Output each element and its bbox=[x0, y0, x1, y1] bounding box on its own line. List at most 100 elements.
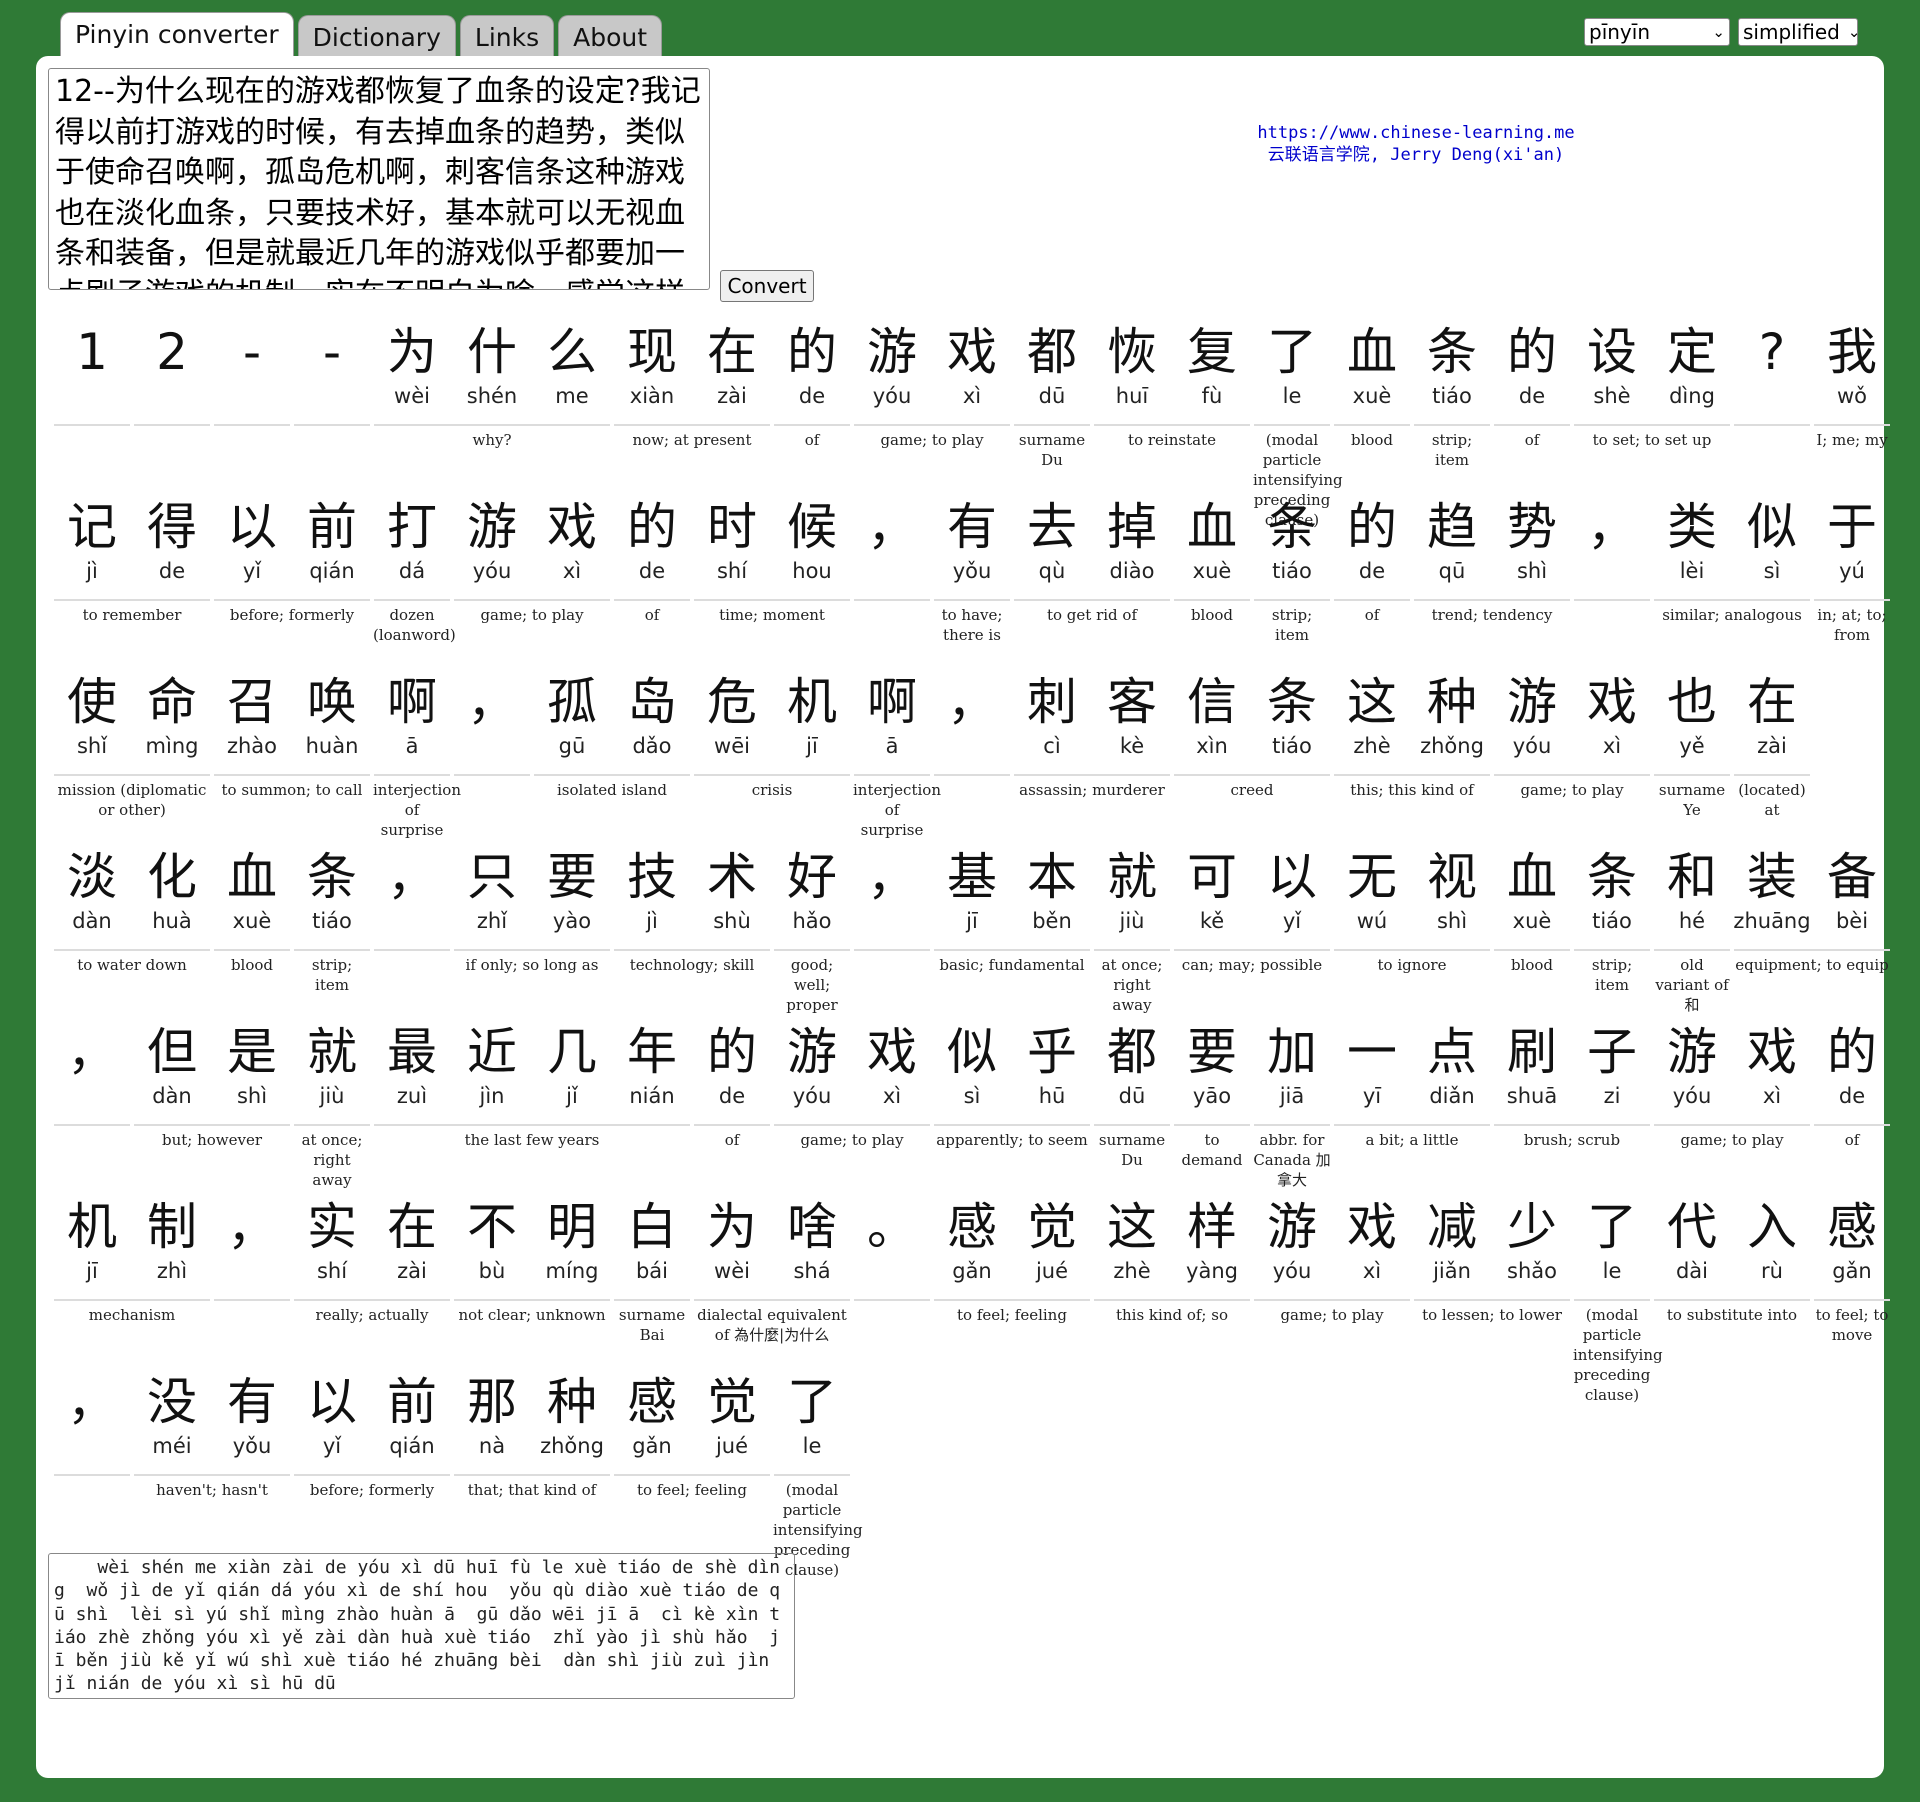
char-cell[interactable]: 点 diǎn bbox=[1412, 1022, 1492, 1108]
char-cell[interactable]: 游 yóu bbox=[1252, 1197, 1332, 1283]
char-cell[interactable]: 命 mìng bbox=[132, 672, 212, 758]
char-cell[interactable]: ， bbox=[932, 672, 1012, 732]
char-cell[interactable]: 候 hou bbox=[772, 497, 852, 583]
char-cell[interactable]: 的 de bbox=[612, 497, 692, 583]
char-cell[interactable]: 要 yāo bbox=[1172, 1022, 1252, 1108]
char-cell[interactable]: 年 nián bbox=[612, 1022, 692, 1108]
char-cell[interactable]: 前 qián bbox=[372, 1372, 452, 1458]
char-cell[interactable]: 戏 xì bbox=[1572, 672, 1652, 758]
char-cell[interactable]: 条 tiáo bbox=[1412, 322, 1492, 408]
char-cell[interactable]: ， bbox=[52, 1372, 132, 1432]
tab-dictionary[interactable]: Dictionary bbox=[297, 15, 456, 62]
char-cell[interactable]: 有 yǒu bbox=[932, 497, 1012, 583]
char-cell[interactable]: 都 dū bbox=[1012, 322, 1092, 408]
char-cell[interactable]: 趋 qū bbox=[1412, 497, 1492, 583]
char-cell[interactable]: 游 yóu bbox=[852, 322, 932, 408]
char-cell[interactable]: 在 zài bbox=[372, 1197, 452, 1283]
char-cell[interactable]: 基 jī bbox=[932, 847, 1012, 933]
char-cell[interactable]: 2 bbox=[132, 322, 212, 382]
char-cell[interactable]: 为 wèi bbox=[692, 1197, 772, 1283]
char-cell[interactable]: 条 tiáo bbox=[1572, 847, 1652, 933]
char-cell[interactable]: 什 shén bbox=[452, 322, 532, 408]
char-cell[interactable]: 没 méi bbox=[132, 1372, 212, 1458]
char-cell[interactable]: 游 yóu bbox=[1652, 1022, 1732, 1108]
char-cell[interactable]: 觉 jué bbox=[692, 1372, 772, 1458]
char-cell[interactable]: 啊ā bbox=[852, 672, 932, 758]
char-cell[interactable]: 样 yàng bbox=[1172, 1197, 1252, 1283]
char-cell[interactable]: 打 dá bbox=[372, 497, 452, 583]
char-cell[interactable]: ， bbox=[372, 847, 452, 907]
char-cell[interactable]: 要 yào bbox=[532, 847, 612, 933]
char-cell[interactable]: 都 dū bbox=[1092, 1022, 1172, 1108]
char-cell[interactable]: 那 nà bbox=[452, 1372, 532, 1458]
tab-links[interactable]: Links bbox=[459, 15, 555, 62]
char-cell[interactable]: 么 me bbox=[532, 322, 612, 408]
char-cell[interactable]: ， bbox=[1572, 497, 1652, 557]
char-cell[interactable]: 了 le bbox=[1252, 322, 1332, 408]
char-cell[interactable]: 得 de bbox=[132, 497, 212, 583]
char-cell[interactable]: 游 yóu bbox=[1492, 672, 1572, 758]
char-cell[interactable]: 装 zhuāng bbox=[1732, 847, 1812, 933]
char-cell[interactable]: 定 dìng bbox=[1652, 322, 1732, 408]
char-cell[interactable]: 似 sì bbox=[1732, 497, 1812, 583]
char-cell[interactable]: 掉 diào bbox=[1092, 497, 1172, 583]
char-cell[interactable]: 了 le bbox=[1572, 1197, 1652, 1283]
char-cell[interactable]: 入 rù bbox=[1732, 1197, 1812, 1283]
char-cell[interactable]: 这 zhè bbox=[1332, 672, 1412, 758]
char-cell[interactable]: 似 sì bbox=[932, 1022, 1012, 1108]
char-cell[interactable]: 召 zhào bbox=[212, 672, 292, 758]
char-cell[interactable]: 就 jiù bbox=[292, 1022, 372, 1108]
char-cell[interactable]: 恢 huī bbox=[1092, 322, 1172, 408]
char-cell[interactable]: ， bbox=[852, 847, 932, 907]
char-cell[interactable]: - bbox=[292, 322, 372, 382]
char-cell[interactable]: 术 shù bbox=[692, 847, 772, 933]
char-cell[interactable]: 白 bái bbox=[612, 1197, 692, 1283]
char-cell[interactable]: 最 zuì bbox=[372, 1022, 452, 1108]
char-cell[interactable]: 种 zhǒng bbox=[1412, 672, 1492, 758]
char-cell[interactable]: ， bbox=[452, 672, 532, 732]
char-cell[interactable]: 血 xuè bbox=[1492, 847, 1572, 933]
tab-about[interactable]: About bbox=[558, 15, 663, 62]
char-cell[interactable]: 代 dài bbox=[1652, 1197, 1732, 1283]
pinyin-output-textarea[interactable]: wèi shén me xiàn zài de yóu xì dū huī fù… bbox=[48, 1553, 795, 1699]
char-cell[interactable]: 备 bèi bbox=[1812, 847, 1892, 933]
char-cell[interactable]: ， bbox=[852, 497, 932, 557]
char-cell[interactable]: 感 gǎn bbox=[612, 1372, 692, 1458]
char-cell[interactable]: 本 běn bbox=[1012, 847, 1092, 933]
char-cell[interactable]: ? bbox=[1732, 322, 1812, 382]
char-cell[interactable]: 感 gǎn bbox=[1812, 1197, 1892, 1283]
char-cell[interactable]: 复 fù bbox=[1172, 322, 1252, 408]
convert-button[interactable]: Convert bbox=[720, 270, 814, 302]
char-cell[interactable]: 危 wēi bbox=[692, 672, 772, 758]
char-cell[interactable]: 以 yǐ bbox=[212, 497, 292, 583]
char-cell[interactable]: 也 yě bbox=[1652, 672, 1732, 758]
credit-url[interactable]: https://www.chinese-learning.me bbox=[1216, 122, 1616, 144]
char-cell[interactable]: 实 shí bbox=[292, 1197, 372, 1283]
char-cell[interactable]: 减 jiǎn bbox=[1412, 1197, 1492, 1283]
char-cell[interactable]: 戏 xì bbox=[1732, 1022, 1812, 1108]
char-cell[interactable]: - bbox=[212, 322, 292, 382]
char-cell[interactable]: 戏 xì bbox=[852, 1022, 932, 1108]
char-cell[interactable]: 的 de bbox=[772, 322, 852, 408]
char-cell[interactable]: 现 xiàn bbox=[612, 322, 692, 408]
script-select[interactable]: simplified ⌄ bbox=[1738, 18, 1860, 46]
char-cell[interactable]: 戏 xì bbox=[532, 497, 612, 583]
char-cell[interactable]: 客 kè bbox=[1092, 672, 1172, 758]
char-cell[interactable]: 只 zhǐ bbox=[452, 847, 532, 933]
char-cell[interactable]: 技 jì bbox=[612, 847, 692, 933]
char-cell[interactable]: 以 yǐ bbox=[1252, 847, 1332, 933]
char-cell[interactable]: ， bbox=[212, 1197, 292, 1257]
char-cell[interactable]: 条 tiáo bbox=[292, 847, 372, 933]
tone-mode-select[interactable]: pīnyīn ⌄ bbox=[1584, 18, 1730, 46]
char-cell[interactable]: 视 shì bbox=[1412, 847, 1492, 933]
char-cell[interactable]: 的 de bbox=[692, 1022, 772, 1108]
char-cell[interactable]: 这 zhè bbox=[1092, 1197, 1172, 1283]
char-cell[interactable]: 的 de bbox=[1492, 322, 1572, 408]
char-cell[interactable]: 以 yǐ bbox=[292, 1372, 372, 1458]
char-cell[interactable]: 觉 jué bbox=[1012, 1197, 1092, 1283]
char-cell[interactable]: 在 zài bbox=[1732, 672, 1812, 758]
char-cell[interactable]: 1 bbox=[52, 322, 132, 382]
char-cell[interactable]: 我 wǒ bbox=[1812, 322, 1892, 408]
char-cell[interactable]: 制 zhì bbox=[132, 1197, 212, 1283]
char-cell[interactable]: 明 míng bbox=[532, 1197, 612, 1283]
